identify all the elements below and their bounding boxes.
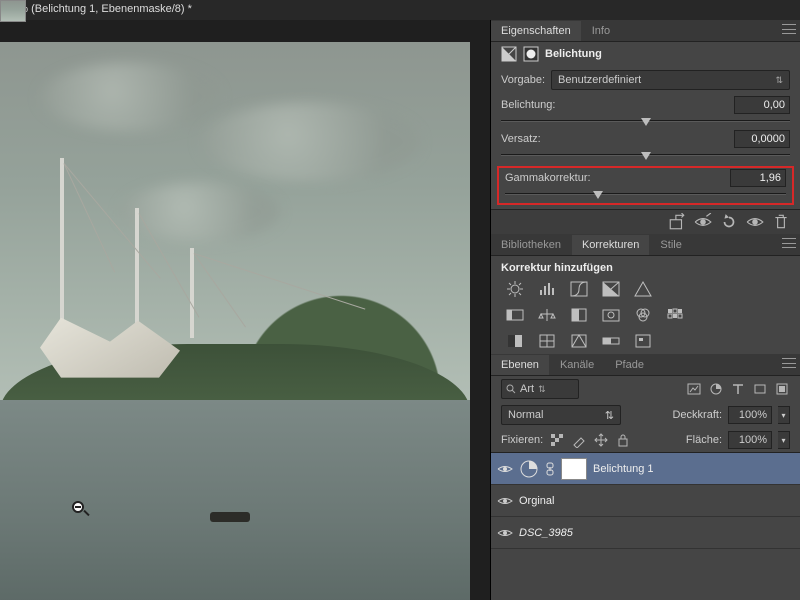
layer-mask-thumbnail[interactable]: [561, 458, 587, 480]
delete-icon[interactable]: [772, 214, 790, 230]
fill-chevron[interactable]: ▾: [778, 431, 790, 449]
lock-label: Fixieren:: [501, 434, 543, 446]
add-adjustment-heading: Korrektur hinzufügen: [491, 256, 800, 276]
offset-value[interactable]: 0,0000: [734, 130, 790, 148]
offset-label: Versatz:: [501, 133, 728, 145]
preset-dropdown[interactable]: Benutzerdefiniert ⇅: [551, 70, 790, 90]
properties-footer: [491, 209, 800, 234]
exposure-value[interactable]: 0,00: [734, 96, 790, 114]
adjustment-name: Belichtung: [545, 48, 602, 60]
vibrance-icon[interactable]: [633, 280, 653, 298]
layer-name[interactable]: DSC_3985: [519, 527, 573, 539]
reset-icon[interactable]: [720, 214, 738, 230]
main-area: Eigenschaften Info Belichtung Vorgabe: B…: [0, 20, 800, 600]
gamma-slider[interactable]: [505, 187, 786, 201]
fill-label: Fläche:: [686, 434, 722, 446]
properties-flyout-menu[interactable]: [782, 24, 796, 34]
layer-name[interactable]: Orginal: [519, 495, 554, 507]
layers-tabbar: Ebenen Kanäle Pfade: [491, 354, 800, 376]
invert-icon[interactable]: [505, 332, 525, 350]
visibility-toggle-icon[interactable]: [497, 493, 513, 509]
tab-korrekturen[interactable]: Korrekturen: [572, 235, 649, 255]
tab-stile[interactable]: Stile: [650, 235, 691, 255]
preset-value: Benutzerdefiniert: [558, 74, 641, 86]
properties-tabbar: Eigenschaften Info: [491, 20, 800, 42]
hue-saturation-icon[interactable]: [505, 306, 525, 324]
lock-pixels-icon[interactable]: [571, 432, 587, 448]
selective-color-icon[interactable]: [633, 332, 653, 350]
opacity-label: Deckkraft:: [672, 409, 722, 421]
gamma-highlight: Gammakorrektur: 1,96: [497, 166, 794, 205]
opacity-value[interactable]: 100%: [728, 406, 772, 424]
visibility-toggle-icon[interactable]: [497, 525, 513, 541]
color-lookup-icon[interactable]: [665, 306, 685, 324]
curves-icon[interactable]: [569, 280, 589, 298]
offset-slider[interactable]: [501, 148, 790, 162]
layer-filter-label: Art: [520, 383, 534, 395]
layer-list: Belichtung 1 Orginal DSC_3985: [491, 452, 800, 549]
filter-type-icon[interactable]: [730, 381, 746, 397]
layer-row-orginal[interactable]: Orginal: [491, 485, 800, 517]
lock-transparency-icon[interactable]: [549, 432, 565, 448]
filter-shape-icon[interactable]: [752, 381, 768, 397]
layer-thumbnail[interactable]: [0, 0, 26, 22]
canvas[interactable]: [0, 20, 490, 600]
tab-eigenschaften[interactable]: Eigenschaften: [491, 21, 581, 41]
gradient-map-icon[interactable]: [601, 332, 621, 350]
clip-to-layer-icon[interactable]: [668, 214, 686, 230]
mask-icon[interactable]: [523, 46, 539, 62]
gamma-label: Gammakorrektur:: [505, 172, 724, 184]
layer-name[interactable]: Belichtung 1: [593, 463, 654, 475]
preset-label: Vorgabe:: [501, 74, 545, 86]
fill-value[interactable]: 100%: [728, 431, 772, 449]
threshold-icon[interactable]: [569, 332, 589, 350]
black-white-icon[interactable]: [569, 306, 589, 324]
document-title: 25% (Belichtung 1, Ebenenmaske/8) *: [0, 0, 800, 20]
adjustments-flyout-menu[interactable]: [782, 238, 796, 248]
filter-smartobject-icon[interactable]: [774, 381, 790, 397]
tab-info[interactable]: Info: [582, 21, 620, 41]
lock-all-icon[interactable]: [615, 432, 631, 448]
filter-adjustment-icon[interactable]: [708, 381, 724, 397]
layer-row-dsc3985[interactable]: DSC_3985: [491, 517, 800, 549]
lock-position-icon[interactable]: [593, 432, 609, 448]
panels-column: Eigenschaften Info Belichtung Vorgabe: B…: [490, 20, 800, 600]
tab-ebenen[interactable]: Ebenen: [491, 355, 549, 375]
blend-mode-dropdown[interactable]: Normal ⇅: [501, 405, 621, 425]
layers-flyout-menu[interactable]: [782, 358, 796, 368]
posterize-icon[interactable]: [537, 332, 557, 350]
layers-body: Art ⇅ Normal ⇅ Deckkraft: 100% ▾: [491, 376, 800, 549]
tab-bibliotheken[interactable]: Bibliotheken: [491, 235, 571, 255]
adjustments-tabbar: Bibliotheken Korrekturen Stile: [491, 234, 800, 256]
exposure-slider[interactable]: [501, 114, 790, 128]
layer-filter-dropdown[interactable]: Art ⇅: [501, 379, 579, 399]
exposure-layer-icon: [519, 459, 539, 479]
view-previous-icon[interactable]: [694, 214, 712, 230]
exposure-label: Belichtung:: [501, 99, 728, 111]
channel-mixer-icon[interactable]: [633, 306, 653, 324]
exposure-icon[interactable]: [601, 280, 621, 298]
layer-row-belichtung[interactable]: Belichtung 1: [491, 453, 800, 485]
tab-kanaele[interactable]: Kanäle: [550, 355, 604, 375]
chevron-updown-icon: ⇅: [775, 75, 783, 86]
tab-pfade[interactable]: Pfade: [605, 355, 654, 375]
adjustments-body: Korrektur hinzufügen: [491, 256, 800, 354]
exposure-adjustment-icon: [501, 46, 517, 62]
blend-mode-value: Normal: [508, 409, 543, 421]
brightness-contrast-icon[interactable]: [505, 280, 525, 298]
properties-body: Belichtung Vorgabe: Benutzerdefiniert ⇅ …: [491, 42, 800, 234]
opacity-chevron[interactable]: ▾: [778, 406, 790, 424]
toggle-visibility-icon[interactable]: [746, 214, 764, 230]
photo-filter-icon[interactable]: [601, 306, 621, 324]
mask-link-icon[interactable]: [545, 461, 555, 477]
gamma-value[interactable]: 1,96: [730, 169, 786, 187]
visibility-toggle-icon[interactable]: [497, 461, 513, 477]
document-image: [0, 42, 470, 600]
levels-icon[interactable]: [537, 280, 557, 298]
filter-pixel-icon[interactable]: [686, 381, 702, 397]
color-balance-icon[interactable]: [537, 306, 557, 324]
zoom-out-cursor: [72, 501, 90, 519]
